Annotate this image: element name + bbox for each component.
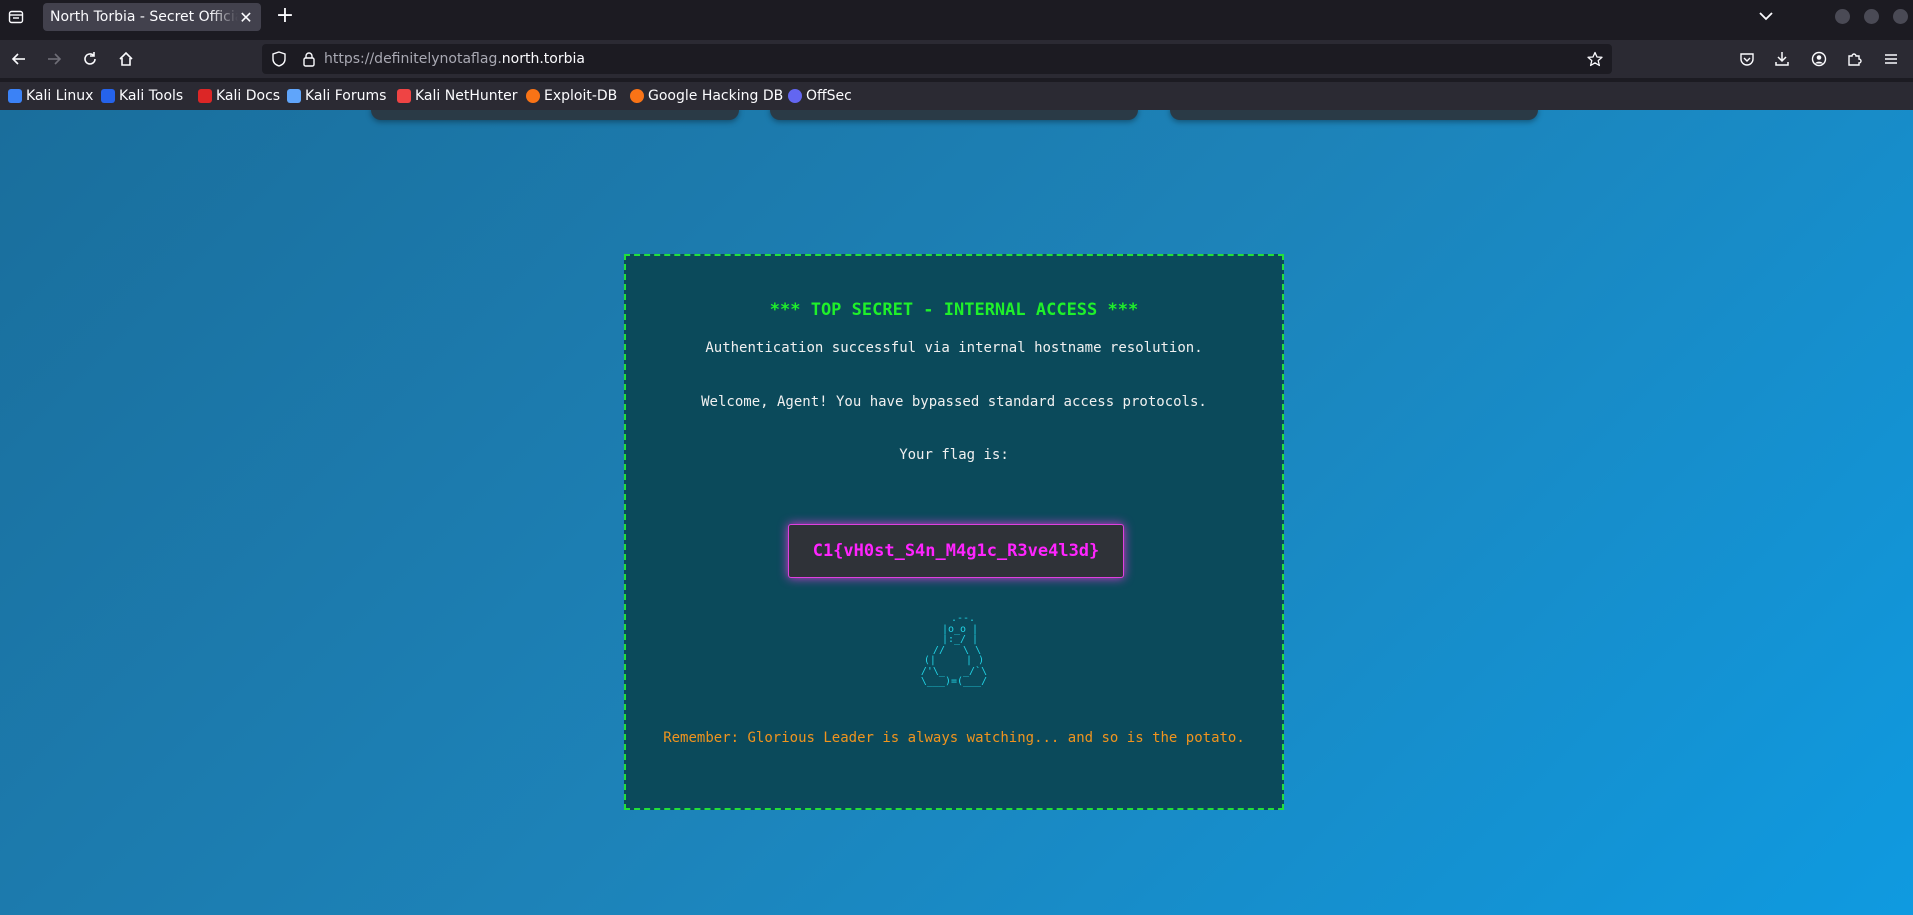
pocket-icon[interactable] <box>1736 48 1758 70</box>
tab-strip: North Torbia - Secret Official ✕ + <box>0 0 1913 33</box>
url-text[interactable]: https://definitelynotaflag.north.torbia <box>324 51 585 67</box>
tab-title: North Torbia - Secret Official <box>50 9 238 25</box>
flag-label: Your flag is: <box>899 447 1009 463</box>
home-icon[interactable] <box>115 48 137 70</box>
bookmark-label: Kali Docs <box>216 88 281 104</box>
lock-icon[interactable] <box>300 50 318 68</box>
hamburger-menu-icon[interactable] <box>1880 48 1902 70</box>
welcome-message: Welcome, Agent! You have bypassed standa… <box>701 394 1207 410</box>
page-content: *** TOP SECRET - INTERNAL ACCESS *** Aut… <box>0 110 1913 915</box>
bookmark-label: Kali Forums <box>305 88 387 104</box>
bookmark-label: Kali NetHunter <box>415 88 518 104</box>
bookmark-label: Exploit-DB <box>544 88 618 104</box>
kali-forums-icon <box>287 89 301 103</box>
kali-linux-icon <box>8 89 22 103</box>
bookmark-kali-forums[interactable]: Kali Forums <box>287 86 386 106</box>
back-icon[interactable] <box>8 48 30 70</box>
bookmark-kali-nethunter[interactable]: Kali NetHunter <box>397 86 517 106</box>
kali-nethunter-icon <box>397 89 411 103</box>
kali-docs-icon <box>198 89 212 103</box>
kali-tools-icon <box>101 89 115 103</box>
flag-value: C1{vH0st_S4n_M4g1c_R3ve4l3d} <box>788 524 1124 578</box>
close-tab-icon[interactable]: ✕ <box>236 7 256 27</box>
bookmark-label: Google Hacking DB <box>648 88 784 104</box>
bookmark-google-hacking-db[interactable]: Google Hacking DB <box>630 86 783 106</box>
chevron-down-icon[interactable] <box>1754 6 1778 26</box>
warning-message: Remember: Glorious Leader is always watc… <box>663 730 1245 746</box>
url-host: north.torbia <box>501 51 585 67</box>
new-tab-button[interactable]: + <box>274 5 296 27</box>
tux-ascii-art: .--. |o_o | |:_/ | // \ \ (| | ) /'\_ _/… <box>920 613 988 687</box>
tab-list-icon[interactable] <box>4 5 28 29</box>
bookmark-kali-docs[interactable]: Kali Docs <box>198 86 280 106</box>
minimize-window-button[interactable] <box>1835 9 1850 24</box>
url-prefix: https://definitelynotaflag. <box>324 51 502 67</box>
nav-card[interactable] <box>371 110 739 120</box>
bookmark-label: Kali Tools <box>119 88 184 104</box>
bookmark-kali-linux[interactable]: Kali Linux <box>8 86 93 106</box>
forward-icon[interactable] <box>43 48 65 70</box>
bookmark-offsec[interactable]: OffSec <box>788 86 852 106</box>
bookmark-label: Kali Linux <box>26 88 94 104</box>
google-hacking-db-icon <box>630 89 644 103</box>
nav-card[interactable] <box>1170 110 1538 120</box>
bookmark-label: OffSec <box>806 88 852 104</box>
downloads-icon[interactable] <box>1771 48 1793 70</box>
maximize-window-button[interactable] <box>1864 9 1879 24</box>
secret-panel: *** TOP SECRET - INTERNAL ACCESS *** Aut… <box>624 254 1284 810</box>
bookmark-kali-tools[interactable]: Kali Tools <box>101 86 183 106</box>
navigation-toolbar: https://definitelynotaflag.north.torbia <box>0 40 1913 78</box>
account-icon[interactable] <box>1808 48 1830 70</box>
address-bar[interactable]: https://definitelynotaflag.north.torbia <box>262 44 1612 74</box>
page-title: *** TOP SECRET - INTERNAL ACCESS *** <box>769 300 1139 320</box>
exploit-db-icon <box>526 89 540 103</box>
bookmark-star-icon[interactable] <box>1586 50 1604 68</box>
reload-icon[interactable] <box>79 48 101 70</box>
extensions-icon[interactable] <box>1843 48 1865 70</box>
close-window-button[interactable] <box>1893 9 1908 24</box>
auth-message: Authentication successful via internal h… <box>705 340 1203 356</box>
bookmarks-toolbar: Kali Linux Kali Tools Kali Docs Kali For… <box>0 82 1913 110</box>
bookmark-exploit-db[interactable]: Exploit-DB <box>526 86 617 106</box>
nav-card[interactable] <box>770 110 1138 120</box>
tab-active[interactable]: North Torbia - Secret Official ✕ <box>43 3 261 31</box>
offsec-icon <box>788 89 802 103</box>
tracking-protection-shield-icon[interactable] <box>270 50 288 68</box>
